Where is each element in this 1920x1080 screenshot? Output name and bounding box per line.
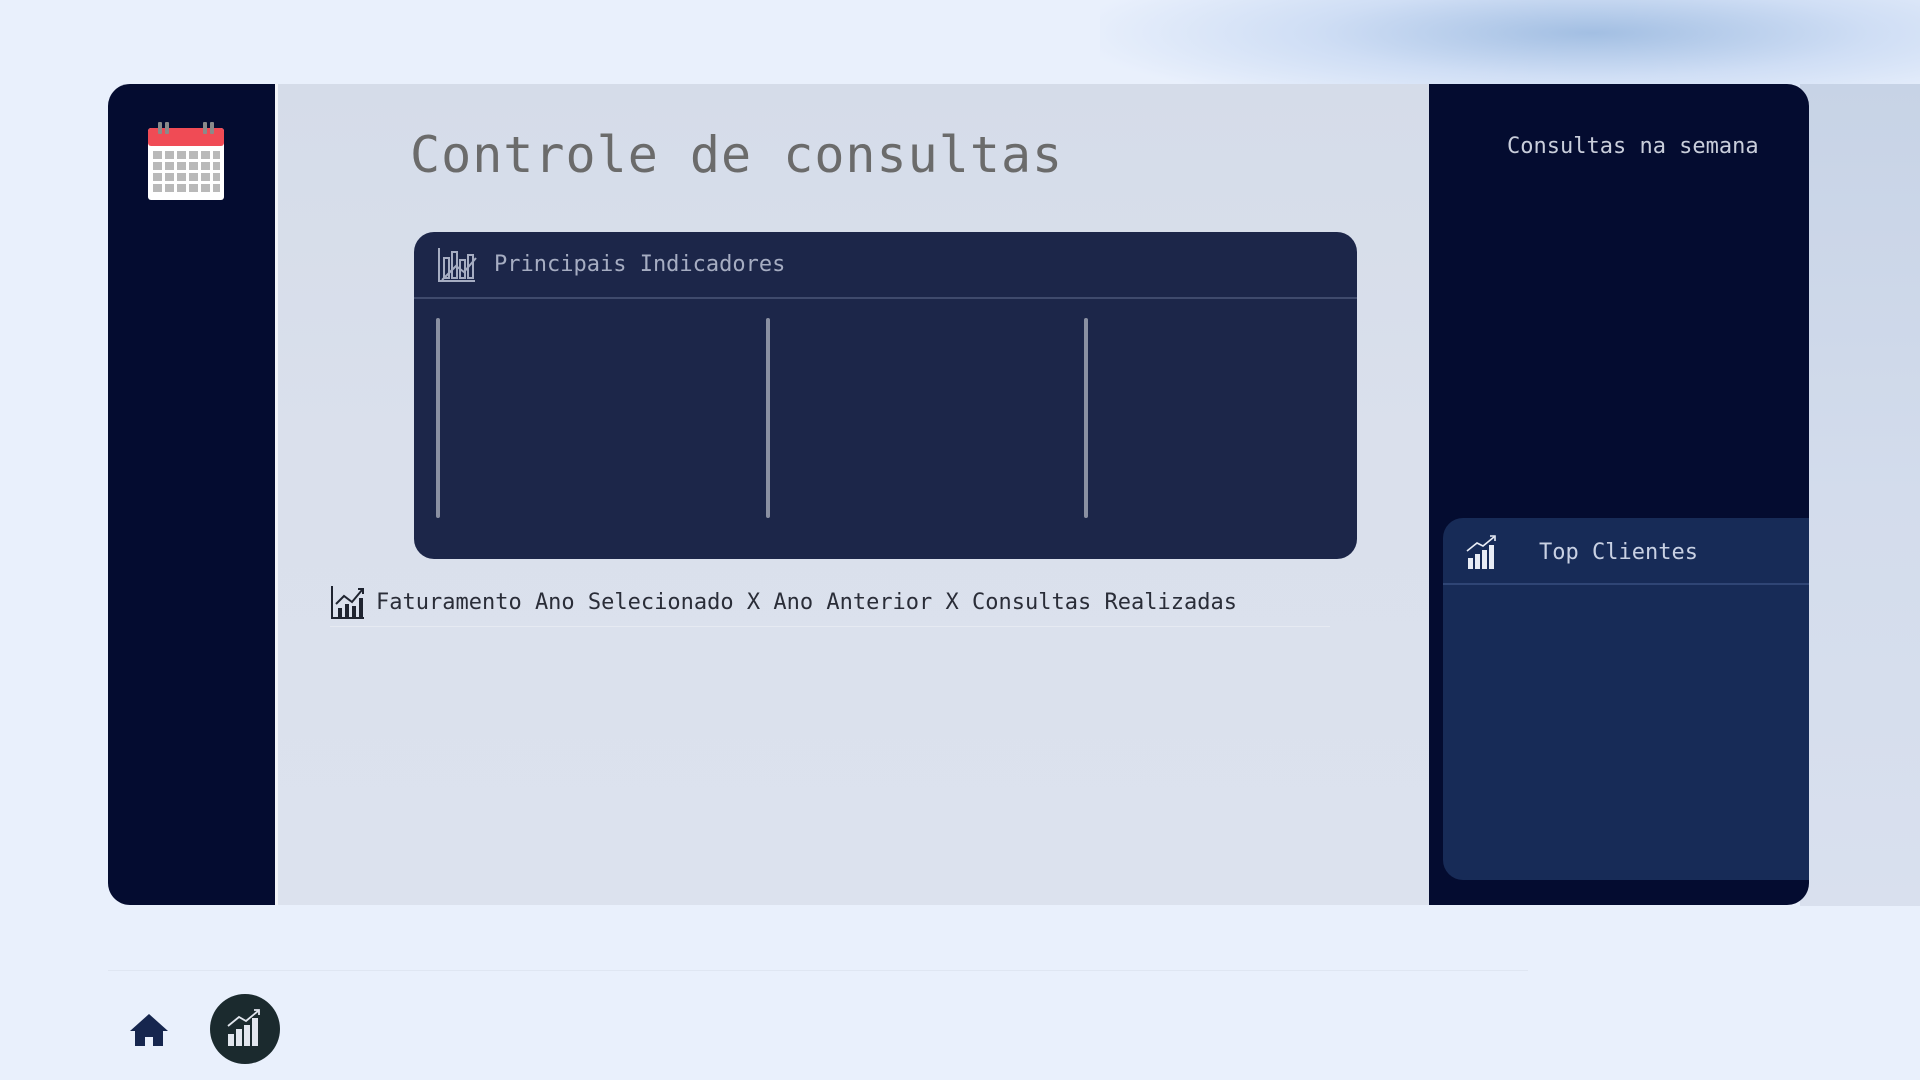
revenue-chart-title: Faturamento Ano Selecionado X Ano Anteri…	[376, 590, 1237, 615]
right-panel: Consultas na semana Top Clientes	[1429, 84, 1809, 905]
dashboard-window: Controle de consultas Principais Indicad…	[108, 84, 1809, 905]
charts-nav-button[interactable]	[210, 994, 280, 1064]
top-clients-title: Top Clientes	[1539, 540, 1698, 565]
bar-chart-icon	[438, 248, 477, 282]
top-clients-header: Top Clientes	[1443, 518, 1809, 585]
indicator-slot-3	[1084, 318, 1088, 518]
indicators-card: Principais Indicadores	[414, 232, 1357, 559]
charts-icon	[227, 1009, 260, 1046]
calendar-icon	[148, 122, 224, 200]
indicator-slot-1	[436, 318, 440, 518]
indicator-slot-2	[766, 318, 770, 518]
top-clients-card: Top Clientes	[1443, 518, 1809, 880]
line-bar-chart-icon	[331, 586, 364, 619]
rising-bars-icon	[1466, 535, 1496, 569]
main-content: Controle de consultas Principais Indicad…	[278, 84, 1429, 905]
bottom-divider	[108, 970, 1528, 971]
weekly-consultations-title: Consultas na semana	[1507, 134, 1759, 159]
page-title: Controle de consultas	[410, 126, 1064, 184]
indicators-title: Principais Indicadores	[494, 252, 786, 277]
indicators-header: Principais Indicadores	[414, 232, 1357, 299]
revenue-chart-header: Faturamento Ano Selecionado X Ano Anteri…	[330, 582, 1330, 627]
background-strip	[1800, 84, 1920, 906]
home-icon[interactable]	[126, 1010, 172, 1050]
sidebar	[108, 84, 275, 905]
